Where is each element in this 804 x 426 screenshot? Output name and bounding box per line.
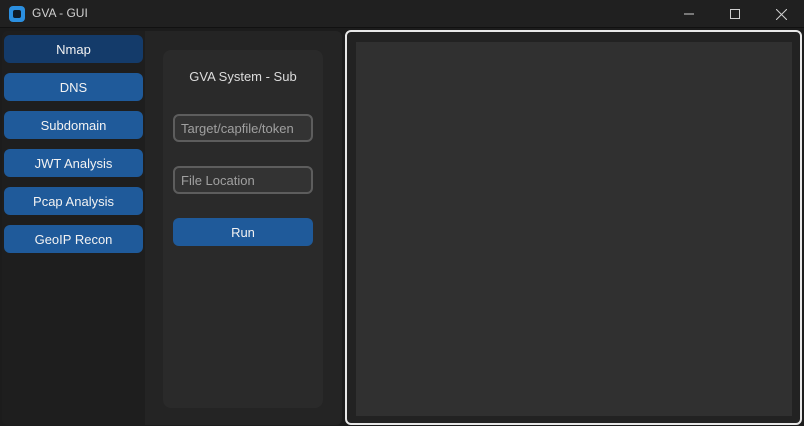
close-button[interactable] xyxy=(758,0,804,28)
sidebar-item-jwt-analysis[interactable]: JWT Analysis xyxy=(4,149,143,177)
sidebar-item-dns[interactable]: DNS xyxy=(4,73,143,101)
left-panel: Nmap DNS Subdomain JWT Analysis Pcap Ana… xyxy=(2,31,342,425)
minimize-button[interactable] xyxy=(666,0,712,28)
file-location-input[interactable] xyxy=(173,166,313,194)
output-panel xyxy=(345,30,802,425)
sub-title: GVA System - Sub xyxy=(189,69,297,84)
title-bar: GVA - GUI xyxy=(0,0,804,28)
app-icon xyxy=(9,6,25,22)
window-title: GVA - GUI xyxy=(32,6,88,20)
sidebar-item-subdomain[interactable]: Subdomain xyxy=(4,111,143,139)
output-textbox[interactable] xyxy=(356,42,792,416)
minimize-icon xyxy=(684,13,694,15)
sidebar-item-nmap[interactable]: Nmap xyxy=(4,35,143,63)
maximize-button[interactable] xyxy=(712,0,758,28)
close-icon xyxy=(775,8,787,20)
sidebar-item-pcap-analysis[interactable]: Pcap Analysis xyxy=(4,187,143,215)
sub-frame: GVA System - Sub Run xyxy=(163,50,323,408)
maximize-icon xyxy=(730,9,740,19)
run-button[interactable]: Run xyxy=(173,218,313,246)
sidebar-item-geoip-recon[interactable]: GeoIP Recon xyxy=(4,225,143,253)
sidebar: Nmap DNS Subdomain JWT Analysis Pcap Ana… xyxy=(2,31,145,425)
target-input[interactable] xyxy=(173,114,313,142)
